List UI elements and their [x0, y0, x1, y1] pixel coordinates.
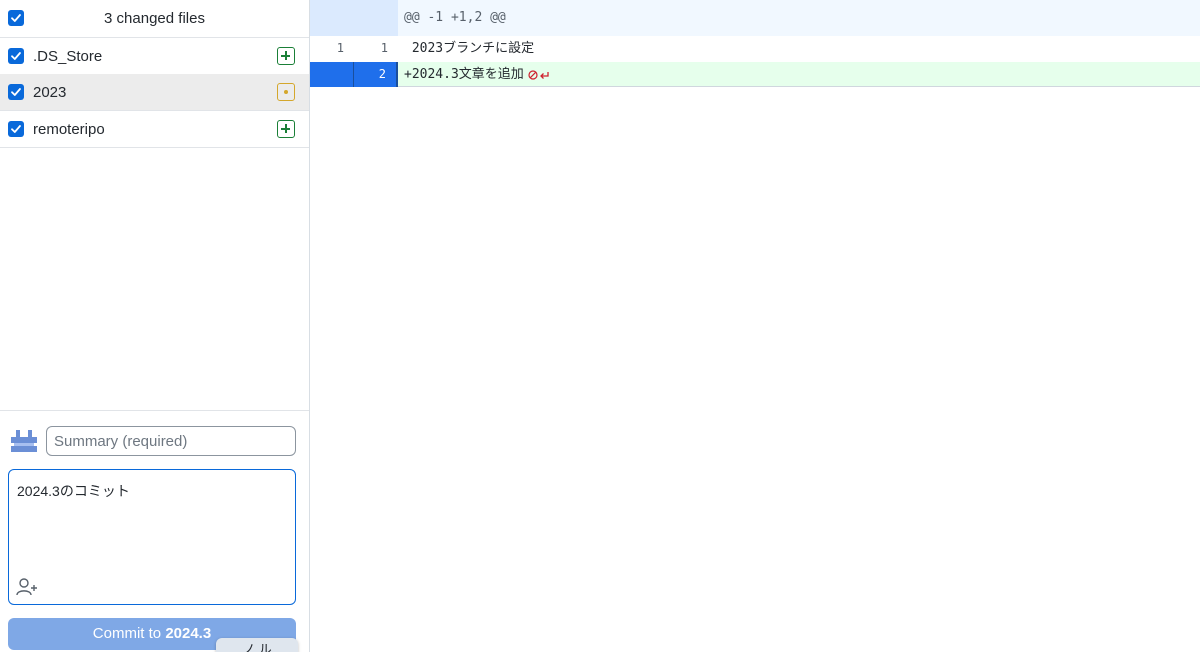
checkmark-icon	[11, 88, 21, 96]
file-added-icon	[277, 47, 295, 65]
tooltip: ノ ル	[216, 638, 298, 652]
diff-line-text: 2023ブランチに設定	[404, 41, 535, 56]
changes-panel: 3 changed files .DS_Store 2023 remoterip…	[0, 0, 310, 652]
file-checkbox[interactable]	[8, 84, 24, 100]
description-textarea[interactable]: 2024.3のコミット	[8, 469, 296, 605]
file-checkbox[interactable]	[8, 121, 24, 137]
diff-view: @@ -1 +1,2 @@ 1 1 2023ブランチに設定 2 +2024.3文…	[310, 0, 1200, 652]
old-line-number[interactable]	[310, 62, 354, 87]
file-modified-icon	[277, 83, 295, 101]
commit-message-area: 2024.3のコミット Commit to 2024.3 ノ ル	[0, 410, 309, 652]
no-newline-icon	[528, 69, 549, 80]
file-row[interactable]: 2023	[0, 74, 309, 111]
hunk-header[interactable]: @@ -1 +1,2 @@	[310, 0, 1200, 36]
file-row[interactable]: .DS_Store	[0, 38, 309, 75]
user-avatar-icon	[10, 427, 38, 455]
file-added-icon	[277, 120, 295, 138]
file-name: remoteripo	[33, 121, 105, 138]
file-name: .DS_Store	[33, 48, 103, 65]
changed-files-count: 3 changed files	[104, 10, 205, 27]
old-line-number: 1	[336, 41, 344, 55]
file-name: 2023	[33, 84, 67, 101]
changed-files-header: 3 changed files	[0, 0, 309, 38]
commit-branch-name: 2024.3	[165, 625, 212, 642]
new-line-number: 1	[380, 41, 388, 55]
summary-input[interactable]	[46, 426, 296, 456]
checkmark-icon	[11, 52, 21, 60]
commit-button-label: Commit to	[92, 625, 166, 642]
hunk-header-text: @@ -1 +1,2 @@	[404, 10, 506, 25]
diff-line-content: +2024.3文章を追加	[404, 62, 550, 87]
checkmark-icon	[11, 125, 21, 133]
hunk-gutter	[310, 0, 398, 36]
add-coauthor-icon[interactable]	[15, 577, 39, 597]
file-checkbox[interactable]	[8, 48, 24, 64]
description-text: 2024.3のコミット	[17, 483, 130, 499]
diff-line-addition[interactable]: 2 +2024.3文章を追加	[310, 62, 1200, 87]
diff-line-context[interactable]: 1 1 2023ブランチに設定	[310, 36, 1200, 61]
file-row[interactable]: remoteripo	[0, 111, 309, 148]
new-line-number[interactable]: 2	[354, 62, 398, 87]
diff-line-text: +2024.3文章を追加	[404, 67, 524, 82]
